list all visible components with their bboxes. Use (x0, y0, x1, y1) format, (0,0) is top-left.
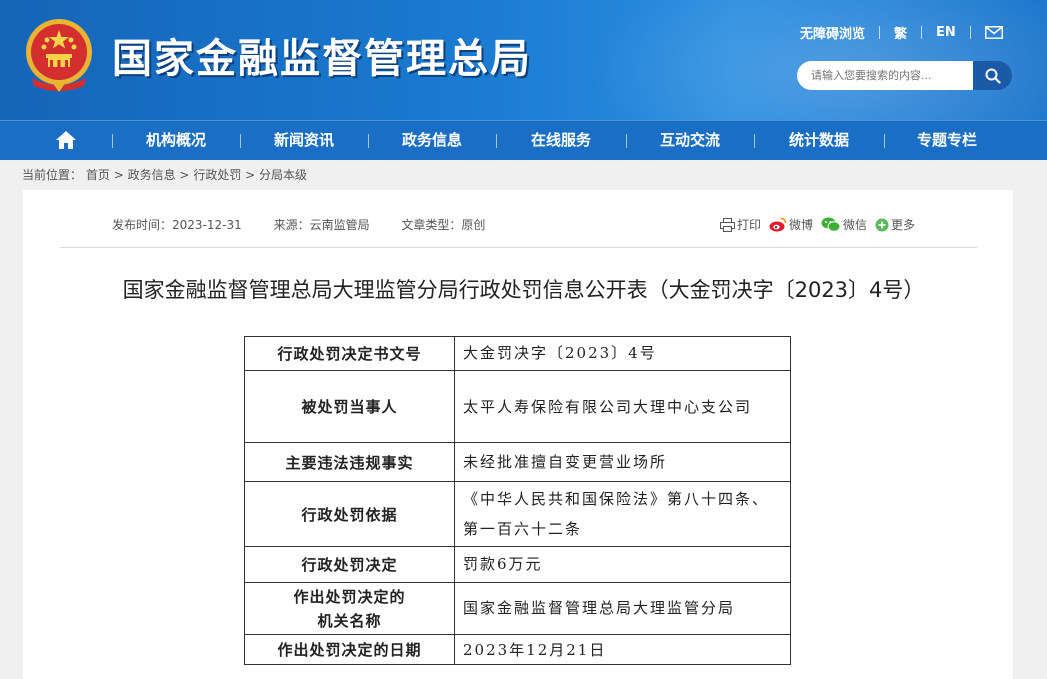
breadcrumb-prefix: 当前位置： (22, 168, 83, 182)
print-icon (720, 217, 735, 232)
article-title: 国家金融监督管理总局大理监管分局行政处罚信息公开表（大金罚决字〔2023〕4号） (122, 278, 925, 302)
table-row: 行政处罚依据 《中华人民共和国保险法》第八十四条、第一百六十二条 (244, 481, 791, 547)
wechat-label: 微信 (843, 218, 868, 232)
table-label: 被处罚当事人 (244, 370, 455, 443)
nav-item-news[interactable]: 新闻资讯 (240, 121, 368, 160)
search-input[interactable] (797, 61, 973, 90)
table-value: 2023年12月21日 (454, 634, 791, 665)
wechat-share-button[interactable]: 微信 (821, 216, 867, 233)
national-emblem-icon (26, 19, 92, 92)
print-button[interactable]: 打印 (720, 216, 761, 233)
table-row: 被处罚当事人 太平人寿保险有限公司大理中心支公司 (244, 370, 791, 443)
publish-time: 发布时间：2023-12-31 (112, 218, 242, 232)
breadcrumb: 当前位置： 首页 > 政务信息 > 行政处罚 > 分局本级 (22, 166, 307, 183)
nav-item-statistics[interactable]: 统计数据 (754, 121, 884, 160)
breadcrumb-separator: > (113, 168, 124, 182)
top-links: 无障碍浏览 繁 EN (800, 22, 1003, 42)
article-meta: 发布时间：2023-12-31 来源：云南监管局 文章类型：原创 (112, 216, 513, 233)
weibo-share-button[interactable]: 微博 (769, 216, 813, 233)
table-label-line: 作出处罚决定的 (293, 587, 406, 606)
table-value: 国家金融监督管理总局大理监管分局 (454, 582, 791, 635)
breadcrumb-item-home[interactable]: 首页 (86, 168, 110, 182)
table-value: 《中华人民共和国保险法》第八十四条、第一百六十二条 (454, 481, 791, 547)
table-value: 未经批准擅自变更营业场所 (454, 442, 791, 482)
weibo-icon (769, 217, 787, 232)
table-label: 作出处罚决定的日期 (244, 634, 455, 665)
table-value: 大金罚决字〔2023〕4号 (454, 336, 791, 371)
divider (879, 25, 881, 39)
share-bar: 打印 微博 微信 更多 (720, 216, 923, 233)
article-source: 来源：云南监管局 (273, 218, 370, 232)
table-value: 太平人寿保险有限公司大理中心支公司 (454, 370, 791, 443)
table-label: 行政处罚决定书文号 (244, 336, 455, 371)
mail-icon[interactable] (984, 25, 1003, 39)
breadcrumb-item-branch[interactable]: 分局本级 (259, 168, 307, 182)
nav-item-online-services[interactable]: 在线服务 (496, 121, 626, 160)
header-glow (587, 0, 1047, 120)
search-icon (985, 68, 1001, 84)
table-row: 主要违法违规事实 未经批准擅自变更营业场所 (244, 442, 791, 482)
print-label: 打印 (737, 218, 762, 232)
accessible-browse-link[interactable]: 无障碍浏览 (800, 23, 865, 42)
table-row: 作出处罚决定的日期 2023年12月21日 (244, 634, 791, 665)
more-label: 更多 (891, 218, 916, 232)
home-icon (56, 131, 76, 149)
table-label: 作出处罚决定的 机关名称 (244, 582, 455, 635)
table-row: 行政处罚决定 罚款6万元 (244, 546, 791, 583)
breadcrumb-separator: > (179, 168, 190, 182)
plus-circle-icon (875, 218, 889, 231)
nav-home[interactable] (40, 121, 92, 160)
main-nav: 机构概况 新闻资讯 政务信息 在线服务 互动交流 统计数据 专题专栏 (0, 120, 1047, 160)
breadcrumb-item-penalties[interactable]: 行政处罚 (193, 168, 241, 182)
search-button[interactable] (973, 61, 1012, 90)
divider (969, 25, 971, 39)
penalty-info-table: 行政处罚决定书文号 大金罚决字〔2023〕4号 被处罚当事人 太平人寿保险有限公… (244, 336, 791, 665)
more-share-button[interactable]: 更多 (875, 216, 915, 233)
nav-item-government-info[interactable]: 政务信息 (368, 121, 496, 160)
search-box (797, 61, 1012, 90)
table-label-line: 机关名称 (317, 611, 382, 630)
traditional-chinese-link[interactable]: 繁 (894, 23, 907, 42)
weibo-label: 微博 (789, 218, 814, 232)
article-type: 文章类型：原创 (401, 218, 486, 232)
nav-item-special-topics[interactable]: 专题专栏 (884, 121, 1010, 160)
divider (921, 25, 923, 39)
table-label: 行政处罚依据 (244, 481, 455, 547)
breadcrumb-separator: > (245, 168, 256, 182)
breadcrumb-item-government-info[interactable]: 政务信息 (128, 168, 176, 182)
site-header: 国家金融监督管理总局 无障碍浏览 繁 EN (0, 0, 1047, 120)
table-row: 作出处罚决定的 机关名称 国家金融监督管理总局大理监管分局 (244, 582, 791, 635)
table-value: 罚款6万元 (454, 546, 791, 583)
table-row: 行政处罚决定书文号 大金罚决字〔2023〕4号 (244, 336, 791, 371)
site-title[interactable]: 国家金融监督管理总局 (112, 26, 532, 84)
table-label: 主要违法违规事实 (244, 442, 455, 482)
nav-item-interaction[interactable]: 互动交流 (626, 121, 754, 160)
english-link[interactable]: EN (936, 25, 956, 40)
wechat-icon (821, 217, 841, 232)
table-label: 行政处罚决定 (244, 546, 455, 583)
nav-item-about[interactable]: 机构概况 (112, 121, 240, 160)
divider (60, 247, 977, 248)
